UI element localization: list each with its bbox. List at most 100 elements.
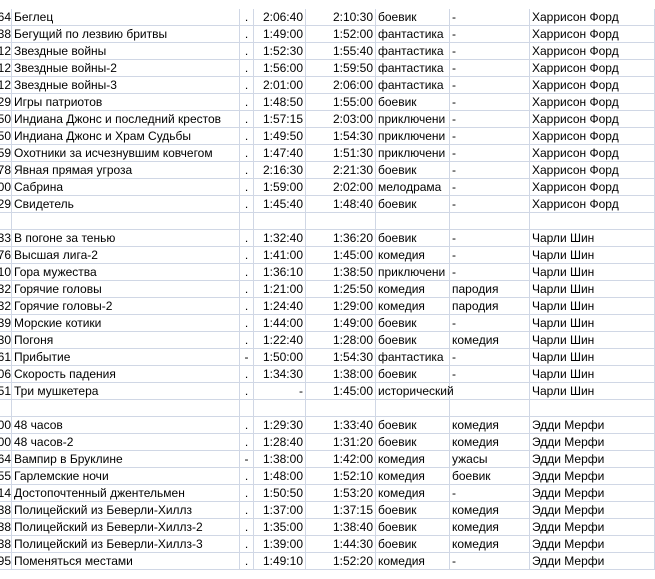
actor-cell[interactable]: Эдди Мерфи <box>530 434 655 451</box>
end-time-cell[interactable]: 1:36:20 <box>306 230 376 247</box>
flag-cell[interactable]: . <box>240 43 254 60</box>
start-time-cell[interactable]: 2:16:30 <box>254 162 306 179</box>
start-time-cell[interactable]: 1:41:00 <box>254 247 306 264</box>
start-time-cell[interactable]: 1:32:40 <box>254 230 306 247</box>
genre-cell[interactable]: боевик <box>376 434 450 451</box>
genre-cell[interactable]: фантастика <box>376 349 450 366</box>
flag-cell[interactable]: . <box>240 298 254 315</box>
subgenre-cell[interactable]: - <box>450 26 530 43</box>
start-time-cell[interactable]: 1:22:40 <box>254 332 306 349</box>
end-time-cell[interactable]: 1:51:30 <box>306 145 376 162</box>
genre-cell[interactable]: боевик <box>376 366 450 383</box>
actor-cell[interactable]: Харрисон Форд <box>530 145 655 162</box>
subgenre-cell[interactable]: комедия <box>450 502 530 519</box>
title-cell[interactable] <box>12 400 240 417</box>
end-time-cell[interactable]: 2:03:00 <box>306 111 376 128</box>
actor-cell[interactable]: Харрисон Форд <box>530 26 655 43</box>
genre-cell[interactable]: фантастика <box>376 60 450 77</box>
id-cell[interactable]: 00 <box>0 417 12 434</box>
subgenre-cell[interactable]: - <box>450 179 530 196</box>
genre-cell[interactable]: боевик <box>376 162 450 179</box>
end-time-cell[interactable]: 1:55:40 <box>306 43 376 60</box>
start-time-cell[interactable] <box>254 213 306 230</box>
id-cell[interactable]: 32 <box>0 281 12 298</box>
id-cell[interactable]: 55 <box>0 468 12 485</box>
id-cell[interactable]: 10 <box>0 264 12 281</box>
genre-cell[interactable]: комедия <box>376 298 450 315</box>
id-cell[interactable]: 50 <box>0 111 12 128</box>
flag-cell[interactable]: . <box>240 553 254 570</box>
subgenre-cell[interactable]: комедия <box>450 434 530 451</box>
genre-cell[interactable]: фантастика <box>376 43 450 60</box>
actor-cell[interactable]: Чарли Шин <box>530 298 655 315</box>
title-cell[interactable]: Охотники за исчезнувшим ковчегом <box>12 145 240 162</box>
end-time-cell[interactable]: 1:48:40 <box>306 196 376 213</box>
actor-cell[interactable]: Чарли Шин <box>530 281 655 298</box>
genre-cell[interactable]: боевик <box>376 230 450 247</box>
flag-cell[interactable]: . <box>240 366 254 383</box>
id-cell[interactable]: 78 <box>0 162 12 179</box>
flag-cell[interactable]: . <box>240 383 254 400</box>
genre-cell[interactable]: фантастика <box>376 77 450 94</box>
flag-cell[interactable]: . <box>240 468 254 485</box>
genre-cell[interactable]: комедия <box>376 247 450 264</box>
end-time-cell[interactable]: 1:28:00 <box>306 332 376 349</box>
start-time-cell[interactable]: 1:50:50 <box>254 485 306 502</box>
genre-cell[interactable]: фантастика <box>376 26 450 43</box>
flag-cell[interactable] <box>240 213 254 230</box>
actor-cell[interactable]: Харрисон Форд <box>530 111 655 128</box>
genre-cell[interactable]: приключени <box>376 128 450 145</box>
start-time-cell[interactable]: 1:49:00 <box>254 26 306 43</box>
subgenre-cell[interactable]: - <box>450 264 530 281</box>
flag-cell[interactable]: . <box>240 485 254 502</box>
start-time-cell[interactable]: 1:34:30 <box>254 366 306 383</box>
subgenre-cell[interactable]: - <box>450 9 530 26</box>
id-cell[interactable]: 29 <box>0 196 12 213</box>
start-time-cell[interactable]: 1:48:50 <box>254 94 306 111</box>
title-cell[interactable]: Поменяться местами <box>12 553 240 570</box>
flag-cell[interactable]: . <box>240 111 254 128</box>
end-time-cell[interactable]: 1:54:30 <box>306 349 376 366</box>
start-time-cell[interactable]: 1:50:00 <box>254 349 306 366</box>
start-time-cell[interactable]: 2:06:40 <box>254 9 306 26</box>
subgenre-cell[interactable] <box>450 213 530 230</box>
subgenre-cell[interactable]: - <box>450 349 530 366</box>
title-cell[interactable]: Гарлемские ночи <box>12 468 240 485</box>
actor-cell[interactable]: Харрисон Форд <box>530 9 655 26</box>
title-cell[interactable]: Бегущий по лезвию бритвы <box>12 26 240 43</box>
title-cell[interactable]: Достопочтенный джентельмен <box>12 485 240 502</box>
actor-cell[interactable]: Эдди Мерфи <box>530 553 655 570</box>
genre-cell[interactable]: комедия <box>376 451 450 468</box>
subgenre-cell[interactable]: боевик <box>450 468 530 485</box>
title-cell[interactable]: Прибытие <box>12 349 240 366</box>
actor-cell[interactable]: Харрисон Форд <box>530 77 655 94</box>
end-time-cell[interactable]: 2:10:30 <box>306 9 376 26</box>
flag-cell[interactable]: . <box>240 519 254 536</box>
subgenre-cell[interactable]: - <box>450 128 530 145</box>
id-cell[interactable]: 33 <box>0 230 12 247</box>
id-cell[interactable]: 95 <box>0 553 12 570</box>
actor-cell[interactable] <box>530 400 655 417</box>
start-time-cell[interactable]: 1:29:30 <box>254 417 306 434</box>
start-time-cell[interactable]: 2:01:00 <box>254 77 306 94</box>
start-time-cell[interactable]: 1:57:15 <box>254 111 306 128</box>
end-time-cell[interactable] <box>306 213 376 230</box>
id-cell[interactable]: 32 <box>0 298 12 315</box>
flag-cell[interactable] <box>240 400 254 417</box>
id-cell[interactable] <box>0 213 12 230</box>
subgenre-cell[interactable]: - <box>450 485 530 502</box>
flag-cell[interactable]: . <box>240 417 254 434</box>
end-time-cell[interactable]: 1:55:00 <box>306 94 376 111</box>
actor-cell[interactable]: Эдди Мерфи <box>530 536 655 553</box>
end-time-cell[interactable]: 1:42:00 <box>306 451 376 468</box>
id-cell[interactable]: 51 <box>0 383 12 400</box>
actor-cell[interactable]: Чарли Шин <box>530 264 655 281</box>
genre-cell[interactable]: боевик <box>376 332 450 349</box>
genre-cell[interactable]: боевик <box>376 417 450 434</box>
genre-cell[interactable]: комедия <box>376 553 450 570</box>
id-cell[interactable]: 64 <box>0 451 12 468</box>
id-cell[interactable]: 38 <box>0 536 12 553</box>
flag-cell[interactable]: . <box>240 77 254 94</box>
actor-cell[interactable]: Чарли Шин <box>530 349 655 366</box>
genre-cell[interactable]: боевик <box>376 94 450 111</box>
